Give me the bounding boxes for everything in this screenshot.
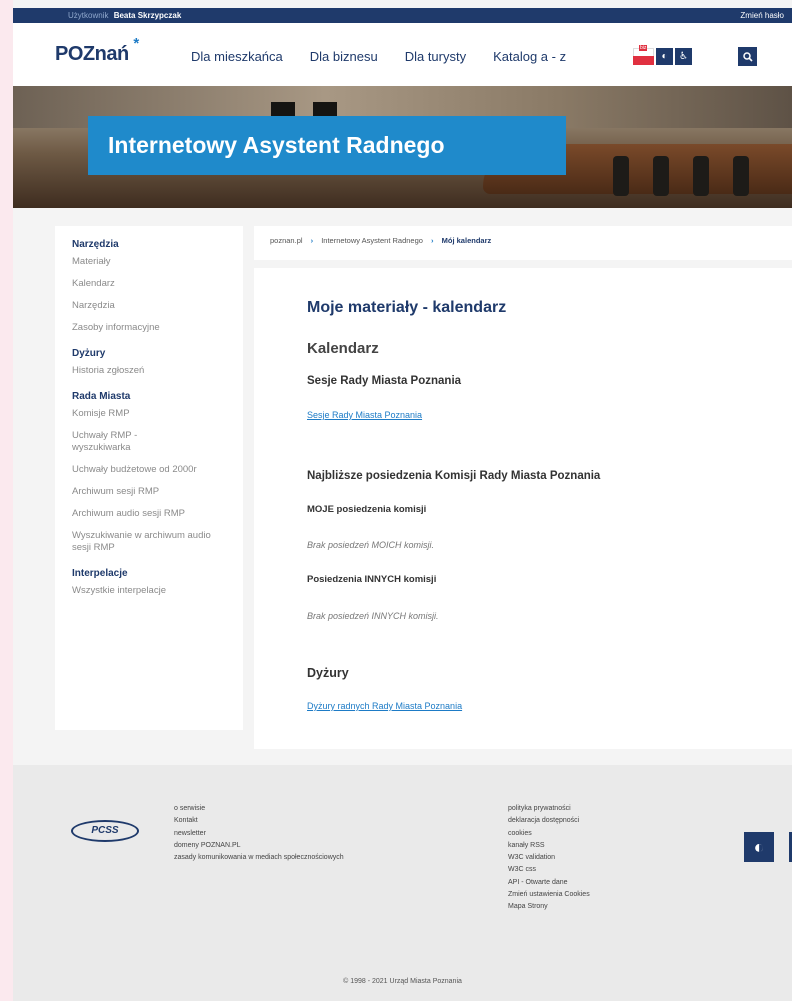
- breadcrumb-home[interactable]: poznan.pl: [270, 236, 303, 245]
- search-icon: [742, 51, 753, 62]
- sidebar-item-zasoby[interactable]: Zasoby informacyjne: [72, 322, 222, 334]
- footer-link-newsletter[interactable]: newsletter: [174, 828, 344, 840]
- footer-links-column-2: polityka prywatności deklaracja dostępno…: [508, 803, 590, 914]
- user-bar: Użytkownik Beata Skrzypczak Zmień hasło: [13, 8, 792, 23]
- my-committees-note: Brak posiedzeń MOICH komisji.: [307, 540, 435, 550]
- site-footer: PCSS o serwisie Kontakt newsletter domen…: [13, 765, 792, 1001]
- banner-title-box: Internetowy Asystent Radnego: [88, 116, 566, 175]
- sidebar-item-archiwum-audio[interactable]: Archiwum audio sesji RMP: [72, 508, 222, 520]
- user-label: Użytkownik: [68, 11, 109, 20]
- sidebar-item-historia[interactable]: Historia zgłoszeń: [72, 365, 222, 377]
- main-content: Moje materiały - kalendarz Kalendarz Ses…: [254, 268, 792, 749]
- footer-link-polityka[interactable]: polityka prywatności: [508, 803, 590, 815]
- poznan-logo[interactable]: POZnań *: [55, 35, 139, 66]
- footer-link-w3c-css[interactable]: W3C css: [508, 864, 590, 876]
- footer-link-zasady[interactable]: zasady komunikowania w mediach społeczno…: [174, 852, 344, 864]
- banner-monitor: [313, 102, 337, 117]
- copyright: © 1998 - 2021 Urząd Miasta Poznania: [343, 978, 462, 985]
- footer-link-o-serwisie[interactable]: o serwisie: [174, 803, 344, 815]
- site-header: POZnań * Dla mieszkańca Dla biznesu Dla t…: [13, 23, 792, 86]
- footer-contrast-icon[interactable]: ◐: [744, 832, 774, 862]
- sidebar-item-uchwaly-budzetowe[interactable]: Uchwały budżetowe od 2000r: [72, 464, 207, 476]
- hero-banner: Internetowy Asystent Radnego: [13, 86, 792, 208]
- accessibility-icon[interactable]: ♿: [675, 48, 692, 65]
- logo-star-icon: *: [133, 35, 139, 52]
- footer-link-kontakt[interactable]: Kontakt: [174, 815, 344, 827]
- footer-links-column-1: o serwisie Kontakt newsletter domeny POZ…: [174, 803, 344, 864]
- contrast-icon[interactable]: ◐: [656, 48, 673, 65]
- footer-link-api[interactable]: API - Otwarte dane: [508, 877, 590, 889]
- footer-link-domeny[interactable]: domeny POZNAN.PL: [174, 840, 344, 852]
- footer-link-cookie-settings[interactable]: Zmień ustawienia Cookies: [508, 889, 590, 901]
- footer-link-deklaracja[interactable]: deklaracja dostępności: [508, 815, 590, 827]
- sidebar-section-interpelacje: Interpelacje: [72, 568, 128, 579]
- sidebar-item-narzedzia[interactable]: Narzędzia: [72, 300, 222, 312]
- breadcrumb-current: Mój kalendarz: [441, 236, 492, 245]
- user-info: Użytkownik Beata Skrzypczak: [68, 8, 181, 23]
- page-title: Moje materiały - kalendarz: [307, 299, 507, 316]
- sidebar-section-narzedzia: Narzędzia: [72, 239, 119, 250]
- sidebar-item-wyszukiwanie-audio[interactable]: Wyszukiwanie w archiwum audio sesji RMP: [72, 530, 222, 554]
- logo-text: POZnań: [55, 43, 129, 65]
- breadcrumb-separator-icon: ›: [431, 236, 434, 245]
- footer-link-w3c-validation[interactable]: W3C validation: [508, 852, 590, 864]
- calendar-heading: Kalendarz: [307, 340, 379, 357]
- sidebar-item-interpelacje[interactable]: Wszystkie interpelacje: [72, 585, 222, 597]
- sessions-link[interactable]: Sesje Rady Miasta Poznania: [307, 410, 422, 420]
- nav-katalog[interactable]: Katalog a - z: [493, 49, 566, 64]
- header-tools: biz ◐ ♿: [633, 45, 692, 65]
- flag-tag: biz: [639, 45, 648, 51]
- sessions-heading: Sesje Rady Miasta Poznania: [307, 375, 462, 387]
- banner-chair: [693, 156, 709, 196]
- sidebar-section-dyzury: Dyżury: [72, 348, 106, 359]
- search-button[interactable]: [738, 47, 757, 66]
- polish-flag-icon[interactable]: biz: [633, 45, 654, 65]
- nav-dla-mieszkanca[interactable]: Dla mieszkańca: [191, 49, 283, 64]
- sidebar: Narzędzia Materiały Kalendarz Narzędzia …: [55, 226, 243, 730]
- sidebar-item-komisje[interactable]: Komisje RMP: [72, 408, 222, 420]
- banner-chair: [613, 156, 629, 196]
- breadcrumb: poznan.pl › Internetowy Asystent Radnego…: [254, 226, 792, 260]
- nav-dla-turysty[interactable]: Dla turysty: [405, 49, 466, 64]
- banner-chair: [653, 156, 669, 196]
- sidebar-item-materialy[interactable]: Materiały: [72, 256, 222, 268]
- banner-chair: [733, 156, 749, 196]
- pcss-logo[interactable]: PCSS: [71, 820, 139, 842]
- footer-link-cookies[interactable]: cookies: [508, 828, 590, 840]
- other-committees-note: Brak posiedzeń INNYCH komisji.: [307, 611, 439, 621]
- duty-link[interactable]: Dyżury radnych Rady Miasta Poznania: [307, 701, 462, 711]
- breadcrumb-section[interactable]: Internetowy Asystent Radnego: [321, 236, 423, 245]
- other-committees-heading: Posiedzenia INNYCH komisji: [307, 574, 437, 585]
- user-name: Beata Skrzypczak: [113, 11, 182, 20]
- sidebar-item-uchwaly-wyszukiwarka[interactable]: Uchwały RMP - wyszukiwarka: [72, 430, 192, 454]
- sidebar-item-kalendarz[interactable]: Kalendarz: [72, 278, 222, 290]
- duty-heading: Dyżury: [307, 666, 349, 680]
- change-password-link[interactable]: Zmień hasło: [740, 8, 784, 23]
- footer-link-mapa[interactable]: Mapa Strony: [508, 901, 590, 913]
- my-committees-heading: MOJE posiedzenia komisji: [307, 504, 427, 515]
- page-banner-title: Internetowy Asystent Radnego: [108, 132, 445, 158]
- left-edge-strip: [0, 0, 13, 1001]
- sidebar-section-rada-miasta: Rada Miasta: [72, 391, 131, 402]
- sidebar-item-archiwum-sesji[interactable]: Archiwum sesji RMP: [72, 486, 222, 498]
- nav-dla-biznesu[interactable]: Dla biznesu: [310, 49, 378, 64]
- banner-monitor: [271, 102, 295, 117]
- main-nav: Dla mieszkańca Dla biznesu Dla turysty K…: [191, 49, 566, 64]
- committees-heading: Najbliższe posiedzenia Komisji Rady Mias…: [307, 470, 601, 482]
- breadcrumb-separator-icon: ›: [310, 236, 314, 245]
- footer-link-rss[interactable]: kanały RSS: [508, 840, 590, 852]
